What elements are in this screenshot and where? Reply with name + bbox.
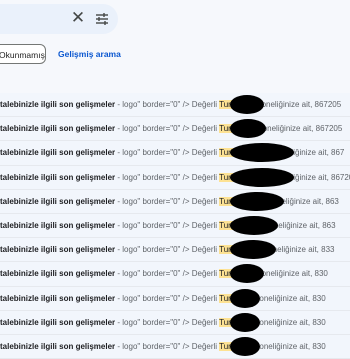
email-row[interactable]: talebinizle ilgili son gelişmeler - logo…	[0, 286, 350, 311]
email-preview: - logo" border="0" /> Değerli	[115, 100, 220, 109]
email-subject: talebinizle ilgili son gelişmeler	[0, 317, 116, 327]
email-subject: talebinizle ilgili son gelişmeler	[0, 124, 116, 134]
email-snippet: talebinizle ilgili son gelişmeler - logo…	[0, 335, 246, 358]
email-preview-tail: aboneliğinize ait, 867205	[253, 124, 343, 134]
redaction-mark	[230, 191, 284, 211]
redaction-mark	[230, 215, 278, 235]
email-snippet: talebinizle ilgili son gelişmeler - logo…	[0, 190, 246, 213]
email-snippet: talebinizle ilgili son gelişmeler - logo…	[0, 262, 246, 285]
redaction-mark	[230, 288, 260, 308]
email-row[interactable]: talebinizle ilgili son gelişmeler - logo…	[0, 117, 350, 142]
email-subject: talebinizle ilgili son gelişmeler	[0, 172, 116, 182]
email-preview: - logo" border="0" /> Değerli	[115, 148, 220, 158]
email-row[interactable]: talebinizle ilgili son gelişmeler - logo…	[0, 165, 350, 190]
email-subject: talebinizle ilgili son gelişmeler	[0, 269, 116, 279]
email-preview: - logo" border="0" /> Değerli	[115, 124, 220, 134]
email-snippet: talebinizle ilgili son gelişmeler - logo…	[0, 141, 246, 164]
email-preview-tail: aboneliğinize ait, 830	[250, 341, 326, 351]
email-list: talebinizle ilgili son gelişmeler - logo…	[0, 93, 350, 359]
email-subject: talebinizle ilgili son gelişmeler	[0, 220, 116, 230]
email-row[interactable]: talebinizle ilgili son gelişmeler - logo…	[0, 334, 350, 359]
close-icon[interactable]: ✕	[70, 9, 86, 26]
email-snippet: talebinizle ilgili son gelişmeler - logo…	[0, 166, 246, 189]
email-row[interactable]: talebinizle ilgili son gelişmeler - logo…	[0, 238, 350, 263]
email-preview-tail: aboneliğinize ait, 830	[250, 293, 326, 303]
email-snippet: talebinizle ilgili son gelişmeler - logo…	[0, 117, 246, 140]
email-snippet: talebinizle ilgili son gelişmeler - logo…	[0, 238, 246, 261]
email-subject: talebinizle ilgili son gelişmeler	[0, 293, 116, 303]
redaction-mark	[230, 95, 264, 114]
search-bar[interactable]: ✕	[0, 4, 118, 34]
email-row[interactable]: talebinizle ilgili son gelişmeler - logo…	[0, 141, 350, 166]
email-preview: - logo" border="0" /> Değerli	[115, 317, 220, 327]
email-row[interactable]: talebinizle ilgili son gelişmeler - logo…	[0, 213, 350, 239]
email-row[interactable]: talebinizle ilgili son gelişmeler - logo…	[0, 189, 350, 214]
redaction-mark	[230, 336, 260, 356]
email-preview-tail: aboneliğinize ait, 867205	[252, 100, 342, 109]
advanced-search-link[interactable]: Gelişmiş arama	[58, 44, 121, 64]
email-snippet: talebinizle ilgili son gelişmeler - logo…	[0, 214, 246, 237]
email-row[interactable]: talebinizle ilgili son gelişmeler - logo…	[0, 262, 350, 287]
email-snippet: talebinizle ilgili son gelişmeler - logo…	[0, 93, 246, 116]
redaction-mark	[230, 312, 260, 332]
email-subject: talebinizle ilgili son gelişmeler	[0, 245, 116, 255]
redaction-mark	[230, 167, 294, 187]
redaction-mark	[230, 240, 276, 260]
email-row[interactable]: talebinizle ilgili son gelişmeler - logo…	[0, 310, 350, 335]
email-subject: talebinizle ilgili son gelişmeler	[0, 100, 116, 109]
tune-icon[interactable]	[95, 12, 109, 26]
email-preview: - logo" border="0" /> Değerli	[115, 269, 220, 279]
email-subject: talebinizle ilgili son gelişmeler	[0, 148, 116, 158]
unread-filter-chip[interactable]: Okunmamış	[0, 44, 46, 64]
email-snippet: talebinizle ilgili son gelişmeler - logo…	[0, 287, 246, 310]
email-row[interactable]: talebinizle ilgili son gelişmeler - logo…	[0, 93, 350, 118]
email-subject: talebinizle ilgili son gelişmeler	[0, 196, 116, 206]
email-preview-tail: aboneliğinize ait, 830	[250, 317, 326, 327]
email-preview: - logo" border="0" /> Değerli	[115, 293, 220, 303]
email-preview: - logo" border="0" /> Değerli	[115, 245, 220, 255]
email-preview: - logo" border="0" /> Değerli	[115, 196, 220, 206]
email-snippet: talebinizle ilgili son gelişmeler - logo…	[0, 311, 246, 334]
email-preview: - logo" border="0" /> Değerli	[115, 172, 220, 182]
email-preview: - logo" border="0" /> Değerli	[115, 220, 220, 230]
